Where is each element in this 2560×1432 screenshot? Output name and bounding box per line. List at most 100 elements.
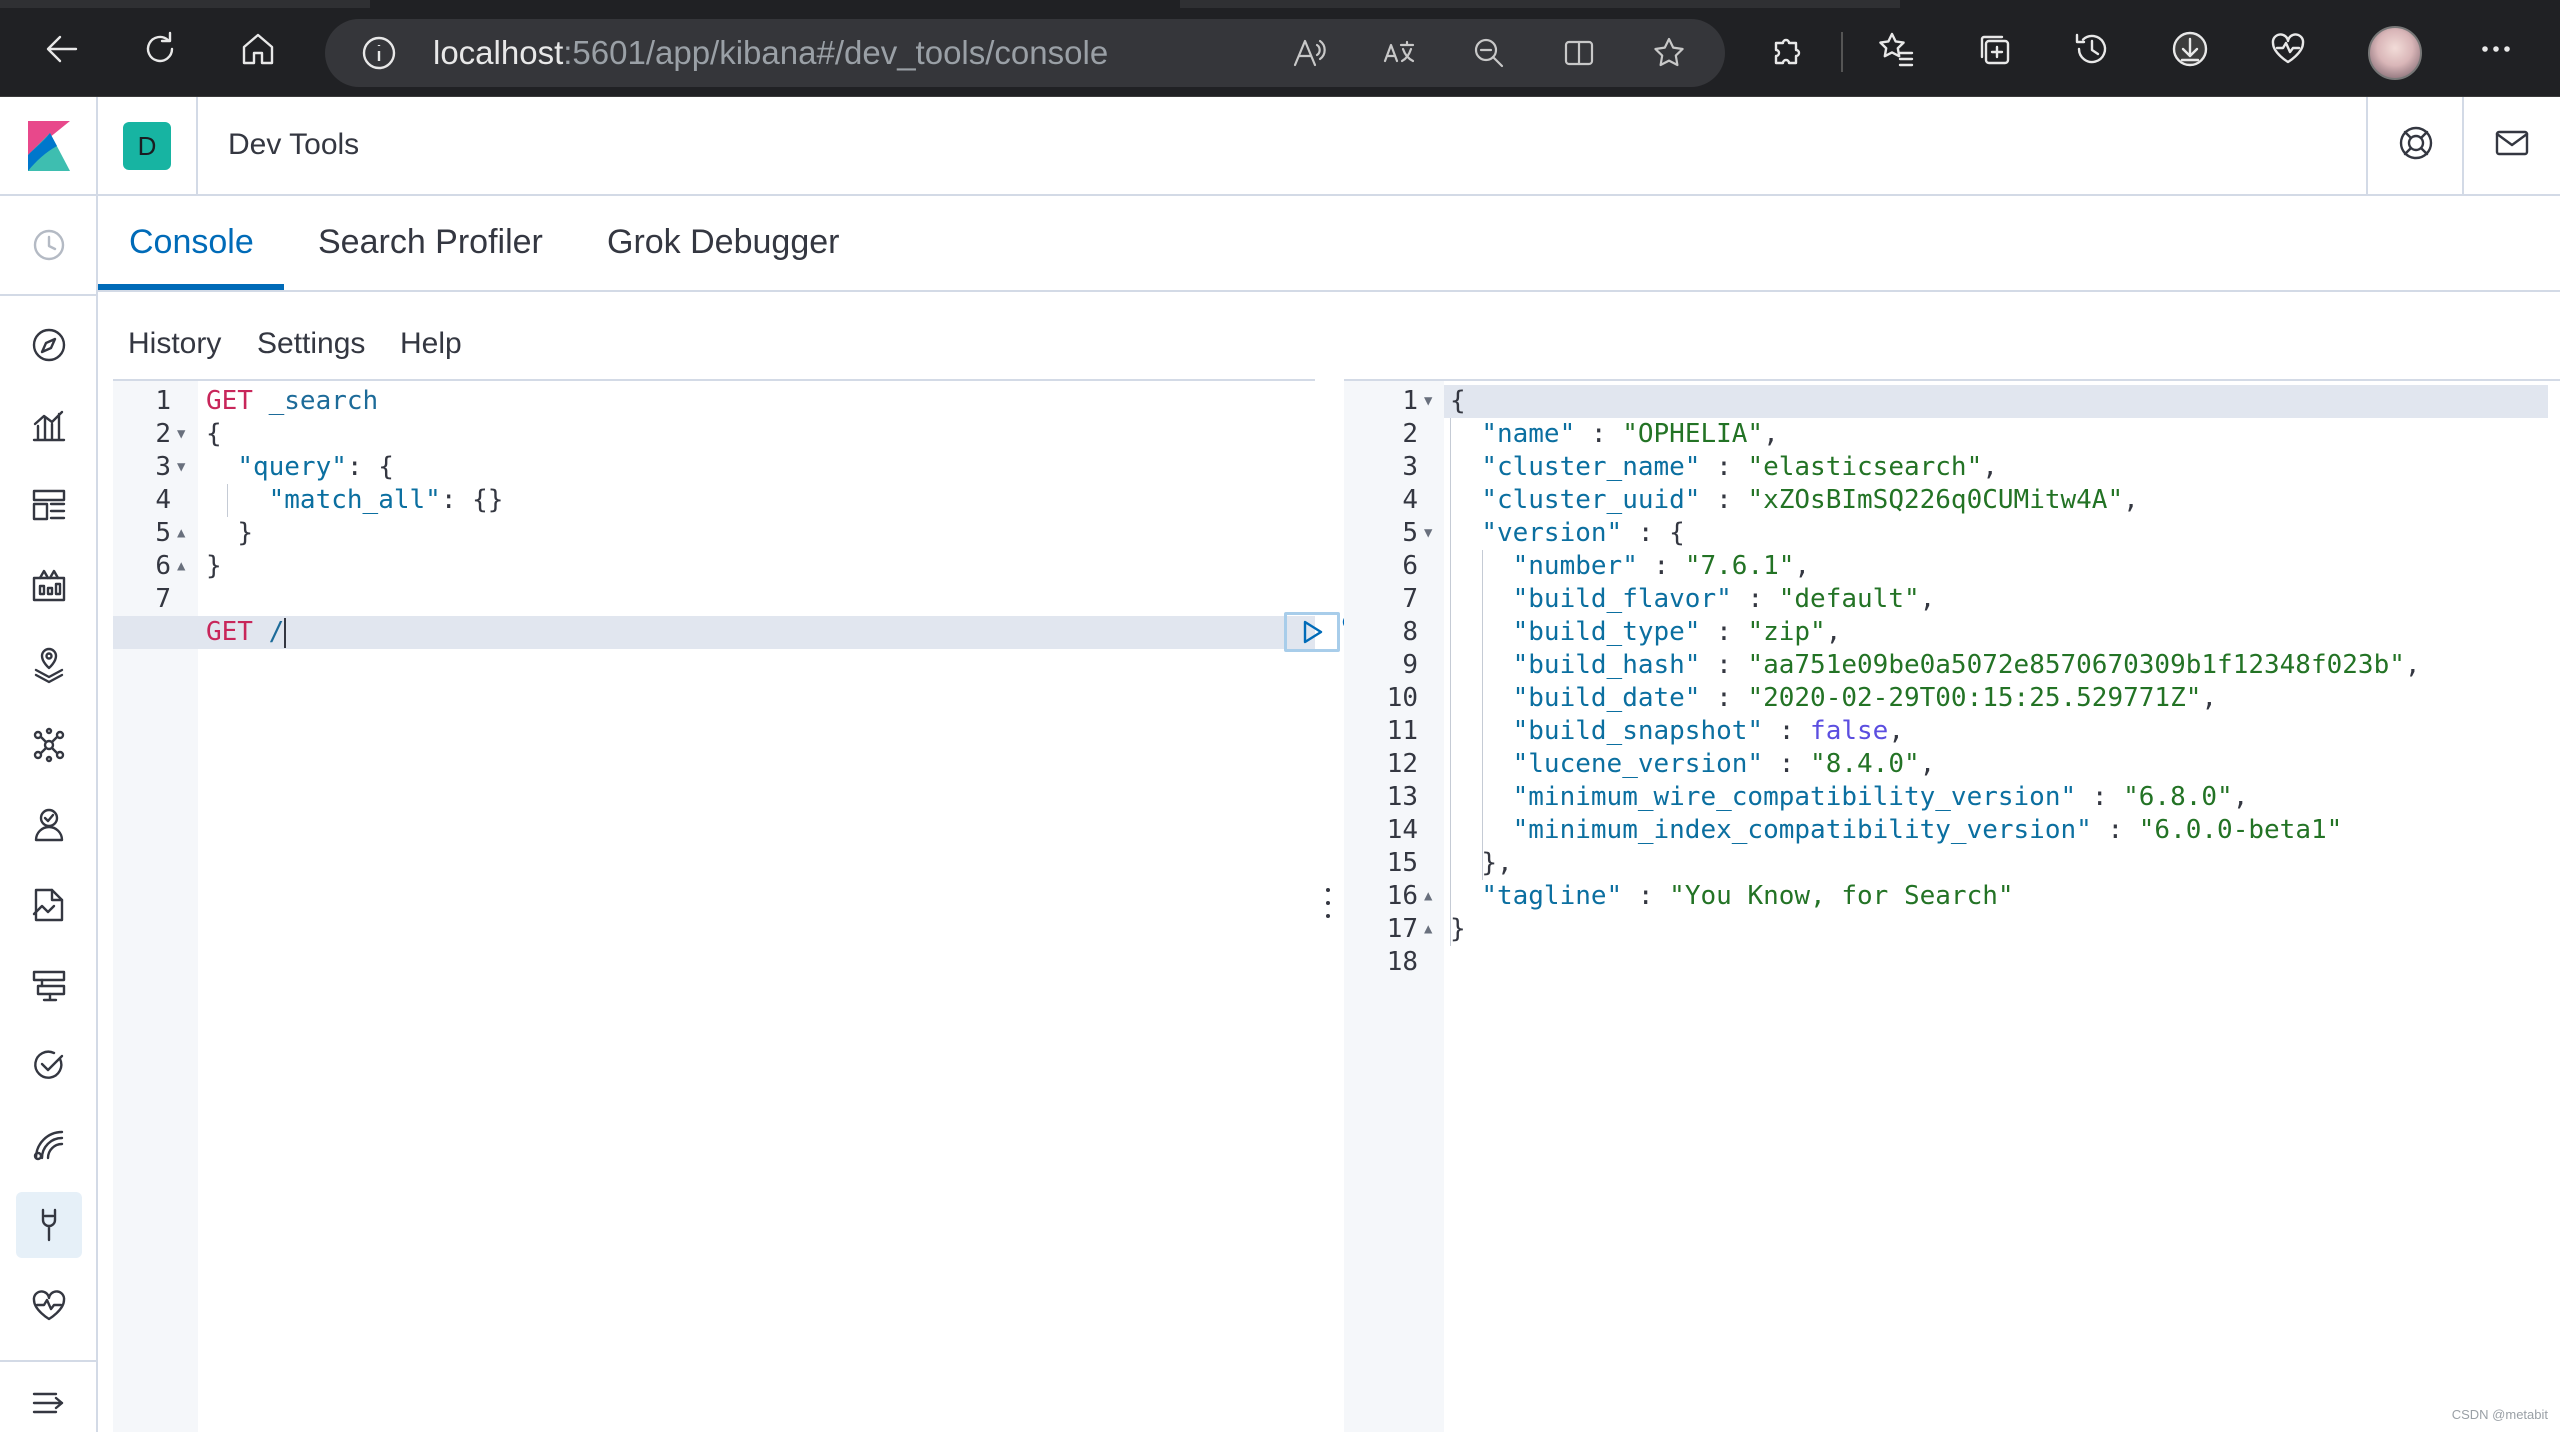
- siem-icon[interactable]: [28, 1124, 70, 1166]
- value-min-index-version: "6.0.0-beta1": [2138, 815, 2343, 845]
- dashboard-icon[interactable]: [28, 484, 70, 526]
- line-number: 6: [155, 551, 171, 581]
- code-line: "name" : "OPHELIA",: [1481, 419, 1779, 449]
- code-line: "query": {: [237, 452, 394, 482]
- collapse-nav-icon[interactable]: [28, 1382, 70, 1424]
- side-nav: [0, 196, 98, 1432]
- url-text[interactable]: localhost:5601/app/kibana#/dev_tools/con…: [433, 33, 1108, 73]
- back-icon[interactable]: [36, 23, 88, 75]
- dev-tools-tabs: Console Search Profiler Grok Debugger: [98, 196, 2560, 292]
- tab-console[interactable]: Console: [129, 220, 254, 264]
- value-number: "7.6.1": [1684, 551, 1795, 581]
- fold-toggle-icon[interactable]: ▲: [1424, 880, 1432, 913]
- canvas-icon[interactable]: [28, 564, 70, 606]
- uptime-icon[interactable]: [28, 1044, 70, 1086]
- recent-clock-icon[interactable]: [28, 224, 70, 266]
- downloads-icon[interactable]: [2164, 23, 2216, 75]
- logs-icon[interactable]: [28, 884, 70, 926]
- fold-toggle-icon[interactable]: ▲: [177, 517, 185, 550]
- favorites-icon[interactable]: [1870, 23, 1922, 75]
- home-icon[interactable]: [232, 23, 284, 75]
- machine-learning-icon[interactable]: [28, 724, 70, 766]
- toolbar-divider: [1841, 32, 1843, 72]
- send-request-button[interactable]: [1284, 612, 1340, 652]
- visualize-icon[interactable]: [28, 404, 70, 446]
- response-code[interactable]: { "name" : "OPHELIA", "cluster_name" : "…: [1444, 381, 2560, 1432]
- split-screen-icon[interactable]: [1557, 31, 1601, 75]
- line-number: 2: [155, 419, 171, 449]
- history-link[interactable]: History: [128, 325, 221, 363]
- url-path: :5601/app/kibana#/dev_tools/console: [563, 34, 1109, 71]
- request-gutter: 1 2 3 4 5 6 7 8 ▼ ▼ ▲ ▲: [113, 381, 198, 1432]
- line-number: 8: [1402, 617, 1418, 647]
- line-number: 5: [155, 518, 171, 548]
- value-build-snapshot: false: [1810, 716, 1889, 746]
- fold-toggle-icon[interactable]: ▲: [1424, 913, 1432, 946]
- code-line: GET _search: [206, 386, 379, 416]
- request-editor[interactable]: 1 2 3 4 5 6 7 8 ▼ ▼ ▲ ▲ GET _search { "q…: [113, 379, 1372, 1432]
- metrics-icon[interactable]: [28, 804, 70, 846]
- code-line: "minimum_index_compatibility_version" : …: [1512, 815, 2343, 845]
- tab-grok-debugger[interactable]: Grok Debugger: [607, 220, 839, 264]
- favorite-star-icon[interactable]: [1647, 31, 1691, 75]
- discover-icon[interactable]: [28, 324, 70, 366]
- read-aloud-icon[interactable]: [1287, 31, 1331, 75]
- value-lucene-version: "8.4.0": [1810, 749, 1920, 779]
- fold-toggle-icon[interactable]: ▼: [177, 451, 185, 484]
- line-number: 13: [1386, 782, 1418, 812]
- value-name: "OPHELIA": [1622, 419, 1764, 449]
- response-editor[interactable]: 1 2 3 4 5 6 7 8 9 10 11 12 13 14 15 16 1…: [1344, 379, 2560, 1432]
- value-cluster-uuid: "xZOsBImSQ226q0CUMitw4A": [1747, 485, 2124, 515]
- help-lifebuoy-icon[interactable]: [2396, 123, 2440, 167]
- code-line: "cluster_uuid" : "xZOsBImSQ226q0CUMitw4A…: [1481, 485, 2139, 515]
- more-menu-icon[interactable]: [2470, 23, 2522, 75]
- kibana-logo[interactable]: [26, 119, 72, 171]
- kibana-header: D Dev Tools: [0, 97, 2560, 196]
- panel-resizer-handle[interactable]: [1320, 888, 1336, 918]
- browser-tab-strip: [1180, 0, 1900, 8]
- code-line: "number" : "7.6.1",: [1512, 551, 1811, 581]
- reload-icon[interactable]: [134, 23, 186, 75]
- url-host: localhost: [433, 34, 564, 71]
- stack-monitoring-icon[interactable]: [28, 1284, 70, 1326]
- tab-search-profiler[interactable]: Search Profiler: [318, 220, 543, 264]
- code-line: {: [206, 419, 222, 449]
- space-avatar[interactable]: D: [123, 122, 171, 170]
- collections-icon[interactable]: [1968, 23, 2020, 75]
- browser-tab-strip: [0, 0, 370, 8]
- line-number: 10: [1386, 683, 1418, 713]
- translate-icon[interactable]: [1377, 31, 1421, 75]
- value-build-type: "zip": [1747, 617, 1826, 647]
- line-number: 12: [1386, 749, 1418, 779]
- fold-toggle-icon[interactable]: ▼: [177, 418, 185, 451]
- zoom-out-icon[interactable]: [1467, 31, 1511, 75]
- profile-avatar[interactable]: [2368, 26, 2422, 80]
- fold-toggle-icon[interactable]: ▼: [1424, 385, 1432, 418]
- apm-icon[interactable]: [28, 964, 70, 1006]
- line-number: 16: [1386, 881, 1418, 911]
- code-line: "match_all": {}: [268, 485, 504, 515]
- line-number: 15: [1386, 848, 1418, 878]
- code-line: },: [1481, 848, 1513, 878]
- info-icon[interactable]: [359, 33, 399, 73]
- value-tagline: "You Know, for Search": [1669, 881, 2014, 911]
- extensions-icon[interactable]: [1762, 23, 1814, 75]
- newsfeed-mail-icon[interactable]: [2492, 123, 2536, 167]
- response-gutter: 1 2 3 4 5 6 7 8 9 10 11 12 13 14 15 16 1…: [1344, 381, 1444, 1432]
- help-link[interactable]: Help: [400, 325, 462, 363]
- code-line: "cluster_name" : "elasticsearch",: [1481, 452, 1998, 482]
- fold-toggle-icon[interactable]: ▲: [177, 550, 185, 583]
- fold-toggle-icon[interactable]: ▼: [1424, 517, 1432, 550]
- dev-tools-icon[interactable]: [16, 1192, 82, 1258]
- settings-link[interactable]: Settings: [257, 325, 365, 363]
- address-bar[interactable]: localhost:5601/app/kibana#/dev_tools/con…: [325, 19, 1725, 87]
- browser-health-icon[interactable]: [2262, 23, 2314, 75]
- request-code[interactable]: GET _search { "query": { "match_all": {}…: [198, 381, 1372, 1432]
- code-line: "build_snapshot" : false,: [1512, 716, 1904, 746]
- code-line: "minimum_wire_compatibility_version" : "…: [1512, 782, 2249, 812]
- history-icon[interactable]: [2066, 23, 2118, 75]
- watermark: CSDN @metabit: [2451, 1407, 2548, 1422]
- maps-icon[interactable]: [28, 644, 70, 686]
- header-divider: [2366, 97, 2368, 194]
- line-number: 2: [1402, 419, 1418, 449]
